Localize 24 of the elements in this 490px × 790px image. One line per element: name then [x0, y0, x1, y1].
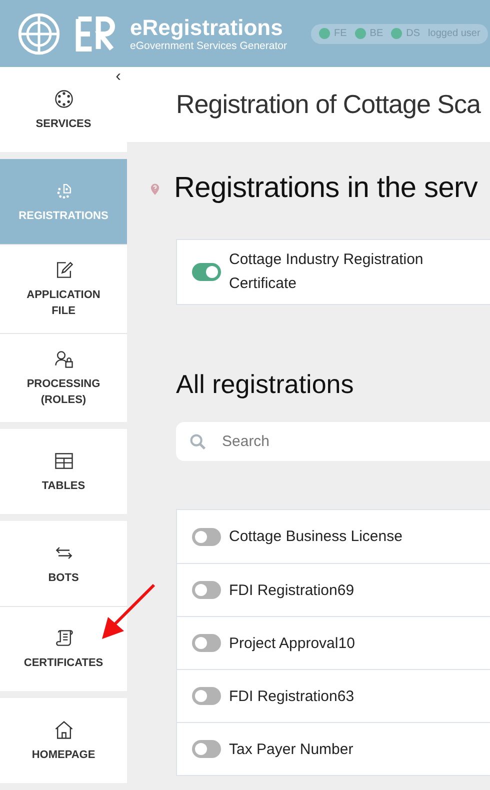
registration-name: FDI Registration69 — [229, 582, 354, 598]
page-title: Registration of Cottage Sca — [176, 89, 480, 120]
app-title: eRegistrations — [130, 16, 284, 40]
search-icon — [188, 432, 208, 452]
globe-emblem-icon — [16, 10, 62, 56]
app-subtitle: eGovernment Services Generator — [130, 40, 287, 52]
toggle-switch[interactable] — [192, 263, 221, 281]
registration-name: Cottage Business License — [229, 528, 402, 545]
home-icon — [52, 718, 74, 740]
registration-name: FDI Registration63 — [229, 688, 354, 704]
registration-name: Cottage Industry Registration Certificate — [229, 250, 424, 294]
collapse-button[interactable]: ‹ — [116, 69, 121, 85]
registration-name: Project Approval10 — [229, 634, 355, 652]
user-lock-icon — [52, 348, 74, 370]
search-field[interactable]: Search — [176, 422, 490, 461]
section-heading: Registrations in the serv — [174, 172, 478, 205]
toggle-switch[interactable] — [192, 740, 221, 758]
registration-name: Tax Payer Number — [229, 740, 354, 758]
toggle-switch[interactable] — [192, 687, 221, 705]
toggle-switch[interactable] — [192, 528, 221, 546]
globe-icon — [52, 88, 74, 110]
section-heading: All registrations — [176, 369, 355, 400]
toggle-switch[interactable] — [192, 581, 221, 599]
toggle-switch[interactable] — [192, 634, 221, 652]
